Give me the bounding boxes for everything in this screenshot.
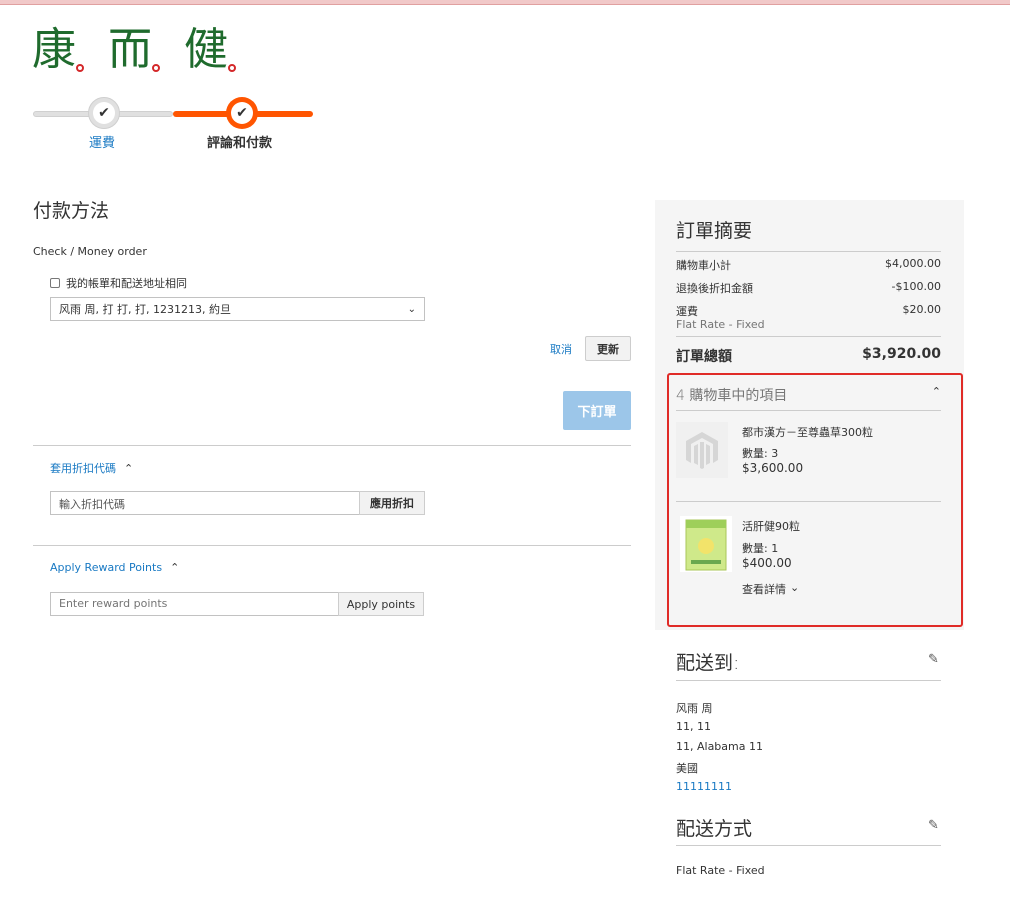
billing-address-select[interactable]: 风雨 周, 打 打, 打, 1231213, 約旦 ⌄ <box>50 297 425 321</box>
same-address-checkbox-row[interactable]: 我的帳單和配送地址相同 <box>50 275 187 291</box>
logo[interactable]: 康 而 健 <box>32 20 260 80</box>
divider <box>676 680 941 681</box>
shipping-method-label: Flat Rate - Fixed <box>676 318 765 331</box>
view-details-label: 查看詳情 <box>742 583 786 596</box>
ship-address-line: 风雨 周 <box>676 702 713 715</box>
view-details-toggle[interactable]: 查看詳情 ⌄ <box>742 581 799 597</box>
billing-address-value: 风雨 周, 打 打, 打, 1231213, 約旦 <box>59 303 231 316</box>
same-address-label: 我的帳單和配送地址相同 <box>66 277 187 290</box>
discount-code-input[interactable]: 輸入折扣代碼 <box>50 491 360 515</box>
check-icon: ✔ <box>93 102 115 124</box>
item-price: $400.00 <box>742 556 792 570</box>
reward-title: Apply Reward Points <box>50 561 163 574</box>
discount-toggle[interactable]: 套用折扣代碼 ⌃ <box>50 460 133 476</box>
step-shipping-link[interactable]: 運費 <box>89 132 115 151</box>
ship-to-title: 配送到: <box>676 652 740 674</box>
reward-points-input[interactable]: Enter reward points <box>50 592 340 616</box>
step-shipping-marker[interactable]: ✔ <box>88 97 120 129</box>
top-strip <box>0 0 1010 5</box>
discount-value: -$100.00 <box>891 280 941 293</box>
summary-title: 訂單摘要 <box>676 220 753 242</box>
cancel-link[interactable]: 取消 <box>550 341 572 357</box>
ship-address-line: 11, 11 <box>676 720 711 733</box>
shipping-row: 運費 $20.00 <box>676 303 941 319</box>
highlight-box <box>667 373 963 627</box>
logo-dot-icon <box>76 64 84 72</box>
item-name: 活肝健90粒 <box>742 520 800 533</box>
discount-row: 退換後折扣金額 -$100.00 <box>676 280 941 296</box>
check-icon: ✔ <box>231 102 253 124</box>
logo-char-3: 健 <box>184 24 228 75</box>
logo-dot-icon <box>152 64 160 72</box>
step-review-marker: ✔ <box>226 97 258 129</box>
discount-title: 套用折扣代碼 <box>50 462 116 475</box>
edit-pencil-icon[interactable]: ✎ <box>928 652 939 667</box>
cart-items-header: 4 購物車中的項目 <box>676 388 788 404</box>
divider <box>676 501 941 502</box>
item-name: 都市漢方－至尊蟲草300粒 <box>742 426 873 439</box>
chevron-up-icon: ⌃ <box>124 461 134 475</box>
reward-toggle[interactable]: Apply Reward Points ⌃ <box>50 561 179 574</box>
edit-pencil-icon[interactable]: ✎ <box>928 818 939 833</box>
item-price: $3,600.00 <box>742 461 804 475</box>
subtotal-row: 購物車小計 $4,000.00 <box>676 257 941 273</box>
place-order-button[interactable]: 下訂單 <box>563 391 631 430</box>
ship-method-title: 配送方式 <box>676 818 753 840</box>
grand-total-row: 訂單總額 $3,920.00 <box>676 346 941 366</box>
product-placeholder-icon <box>676 422 728 478</box>
grand-total-label: 訂單總額 <box>676 349 732 365</box>
same-address-checkbox[interactable] <box>50 278 60 288</box>
apply-discount-button[interactable]: 應用折扣 <box>359 491 425 515</box>
logo-char-2: 而 <box>108 24 152 75</box>
step-review-label: 評論和付款 <box>207 136 273 151</box>
shipping-value: $20.00 <box>902 303 942 316</box>
checkout-progress: ✔ ✔ 運費 評論和付款 <box>33 96 323 156</box>
discount-label: 退換後折扣金額 <box>676 282 753 295</box>
logo-dot-icon <box>228 64 236 72</box>
apply-points-button[interactable]: Apply points <box>338 592 424 616</box>
cart-items-toggle[interactable]: 4 購物車中的項目 ⌃ <box>676 385 941 405</box>
chevron-down-icon: ⌄ <box>407 303 416 315</box>
subtotal-label: 購物車小計 <box>676 259 731 272</box>
divider <box>676 336 941 337</box>
divider <box>676 251 941 252</box>
grand-total-value: $3,920.00 <box>862 346 941 362</box>
product-image <box>680 516 732 572</box>
divider <box>676 410 941 411</box>
chevron-up-icon: ⌃ <box>170 561 180 574</box>
item-qty: 數量: 1 <box>742 542 779 555</box>
chevron-down-icon: ⌄ <box>790 581 800 594</box>
update-button[interactable]: 更新 <box>585 336 631 361</box>
shipping-label: 運費 <box>676 305 698 318</box>
ship-phone-link[interactable]: 11111111 <box>676 780 732 793</box>
ship-method-value: Flat Rate - Fixed <box>676 864 765 877</box>
payment-title: 付款方法 <box>33 200 110 222</box>
ship-address-line: 11, Alabama 11 <box>676 740 763 753</box>
payment-method-name: Check / Money order <box>33 245 147 258</box>
subtotal-value: $4,000.00 <box>885 257 941 270</box>
ship-address-line: 美國 <box>676 762 698 775</box>
logo-char-1: 康 <box>32 24 76 75</box>
item-qty: 數量: 3 <box>742 447 779 460</box>
divider <box>33 545 631 546</box>
divider <box>676 845 941 846</box>
divider <box>33 445 631 446</box>
chevron-up-icon: ⌃ <box>931 385 941 398</box>
